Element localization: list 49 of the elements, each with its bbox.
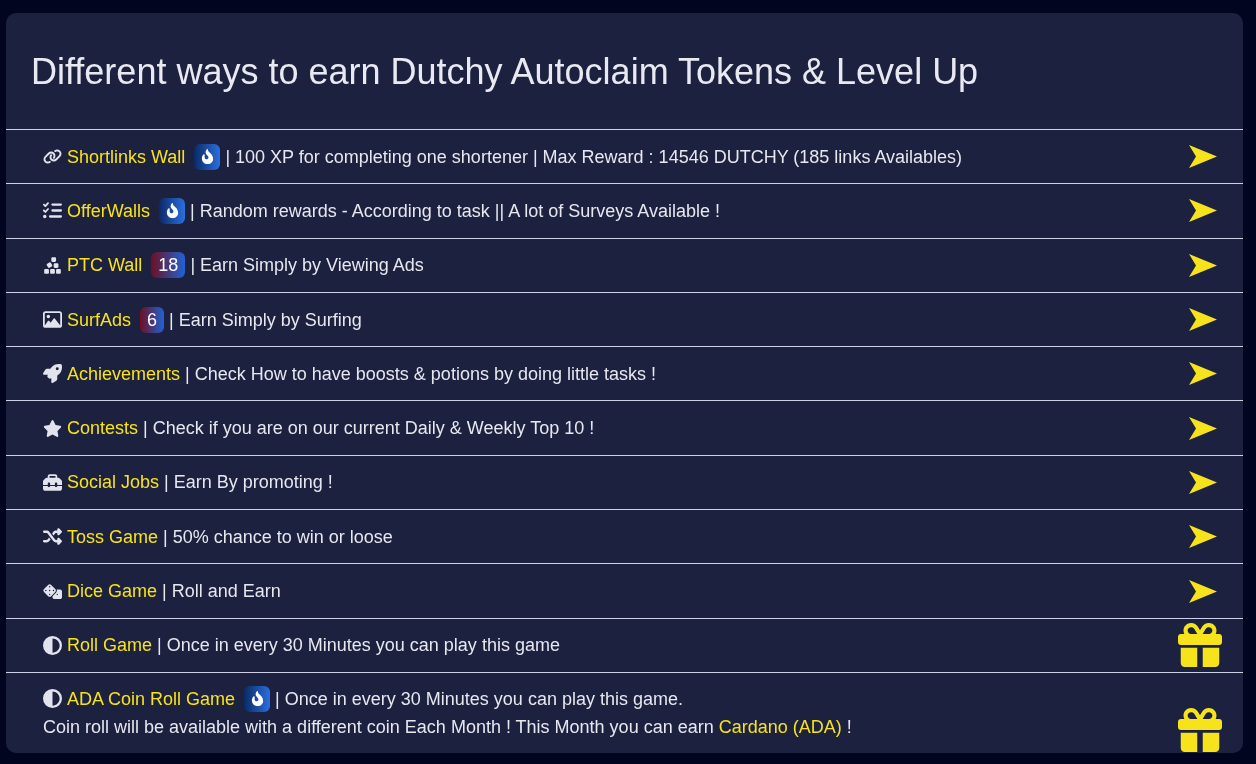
coin-link[interactable]: Cardano (ADA) <box>718 716 842 737</box>
rocket-icon <box>43 364 62 384</box>
section-link[interactable]: PTC Wall <box>67 251 143 280</box>
arrow-icon[interactable] <box>1189 199 1217 223</box>
gift-icon[interactable] <box>1178 708 1222 752</box>
description-text: | Check if you are on our current Daily & Weekly Top 10 ! <box>143 417 595 441</box>
flame-icon <box>194 143 221 170</box>
arrow-icon[interactable] <box>1189 416 1217 440</box>
section-link[interactable]: Toss Game <box>67 522 159 551</box>
checklist-icon <box>43 201 62 221</box>
image-icon <box>43 310 62 330</box>
gift-icon[interactable] <box>1178 623 1222 668</box>
description-text: | Earn By promoting ! <box>164 471 333 495</box>
section-link[interactable]: Roll Game <box>67 631 153 660</box>
description-text: | Once in every 30 Minutes you can play this game. <box>275 687 683 711</box>
description-text: | Random rewards - According to task || A lot of Surveys Available ! <box>190 199 720 223</box>
section-link[interactable]: SurfAds <box>67 305 132 334</box>
arrow-icon[interactable] <box>1189 308 1217 332</box>
description-text: | Earn Simply by Surfing <box>169 308 362 332</box>
toolbox-icon <box>43 472 62 492</box>
stacked-cubes-icon <box>43 255 62 275</box>
arrow-icon[interactable] <box>1189 525 1217 549</box>
section-link[interactable]: Shortlinks Wall <box>67 142 186 171</box>
arrow-icon[interactable] <box>1189 253 1217 277</box>
description-text: | 50% chance to win or loose <box>163 525 393 549</box>
section-link[interactable]: Contests <box>67 414 139 443</box>
section-link[interactable]: Social Jobs <box>67 468 160 497</box>
description-text: | Roll and Earn <box>162 580 281 603</box>
description-text: | Once in every 30 Minutes you can play this game <box>157 634 560 658</box>
section-link[interactable]: OfferWalls <box>67 196 150 225</box>
star-icon <box>43 418 62 438</box>
section-link[interactable]: Achievements <box>67 359 181 388</box>
arrow-icon[interactable] <box>1189 145 1217 169</box>
shuffle-icon <box>43 527 62 547</box>
arrow-icon[interactable] <box>1189 470 1217 494</box>
arrow-icon[interactable] <box>1189 579 1217 603</box>
description-text: | Earn Simply by Viewing Ads <box>190 254 424 278</box>
section-link[interactable]: ADA Coin Roll Game <box>67 684 236 713</box>
description-text: | 100 XP for completing one shortener | Max Reward : 14546 DUTCHY (185 links Availables) <box>225 145 963 169</box>
description-text: | Check How to have boosts & potions by doing little tasks ! <box>185 362 656 386</box>
flame-icon <box>159 197 185 224</box>
section-link[interactable]: Dice Game <box>67 577 158 605</box>
page-title: Different ways to earn Dutchy Autoclaim Tokens & Level Up <box>30 50 980 94</box>
count-badge: 6 <box>140 306 165 333</box>
dice-icon <box>43 581 62 601</box>
flame-icon <box>244 685 271 712</box>
arrow-icon[interactable] <box>1189 362 1217 386</box>
count-badge: 18 <box>151 252 186 279</box>
info-text: Coin roll will be available with a different coin Each Month ! This Month you can earn Cardano (ADA) ! <box>43 715 853 739</box>
